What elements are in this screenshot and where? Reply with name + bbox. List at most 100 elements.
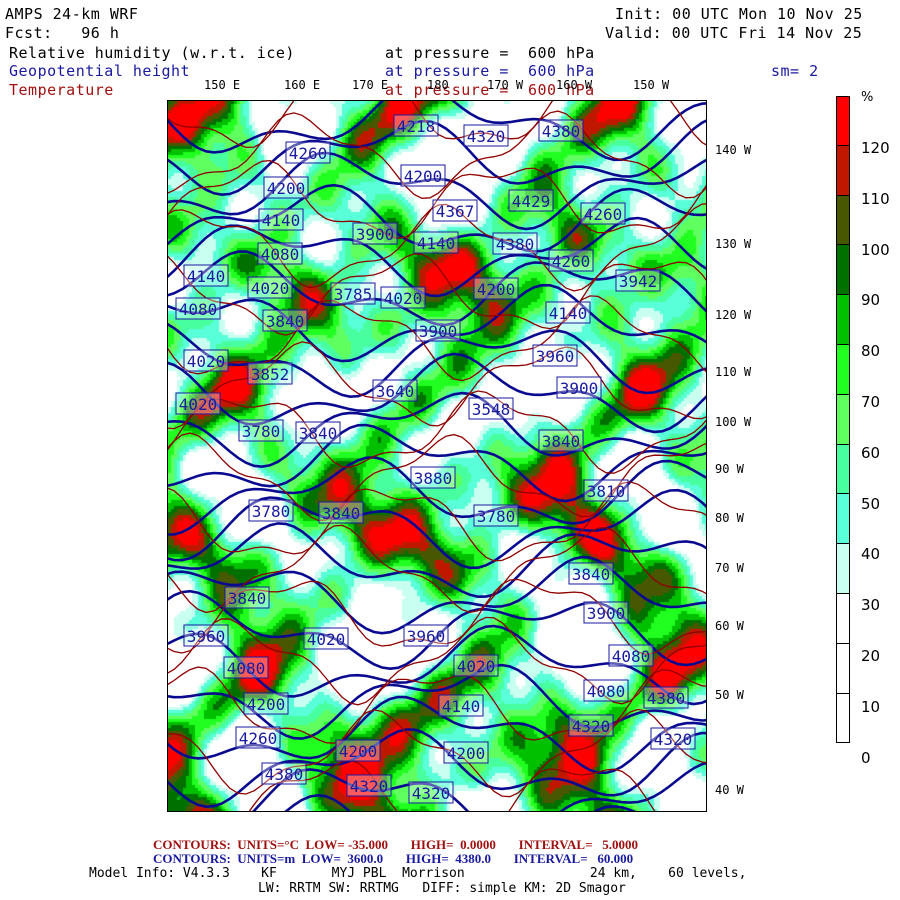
lon-label: 170 E	[352, 78, 389, 92]
colorbar-swatch	[836, 643, 850, 694]
contour-label: 3900	[560, 379, 599, 398]
contour-label: 4218	[397, 117, 436, 136]
colorbar-swatch	[836, 444, 850, 495]
contour-label: 3780	[477, 507, 516, 526]
colorbar-swatch	[836, 394, 850, 445]
colorbar-tick-label: 90	[861, 291, 881, 310]
contour-label: 4080	[227, 659, 266, 678]
field-height-level: at pressure = 600 hPa	[385, 62, 595, 80]
contour-overlay: 4218 4320 4380 4260 4200 4140 4080 4140 4020 4080…	[168, 101, 706, 811]
colorbar-tick-label: 70	[861, 393, 881, 411]
contour-label: 4260	[289, 144, 328, 163]
valid-time: Valid: 00 UTC Fri 14 Nov 25	[605, 24, 863, 42]
contour-label: 3900	[419, 322, 458, 341]
contour-label: 3780	[242, 422, 281, 441]
contour-label: 3960	[536, 347, 575, 366]
model-title: AMPS 24-km WRF	[5, 5, 139, 23]
contour-label: 3852	[251, 365, 290, 384]
colorbar-swatch	[836, 494, 850, 545]
field-rh-level: at pressure = 600 hPa	[385, 44, 595, 62]
contour-label: 4020	[179, 395, 218, 414]
contour-label: 4320	[467, 127, 506, 146]
contour-label: 3840	[572, 565, 611, 584]
contour-label: 4260	[584, 205, 623, 224]
lat-label: 140 W	[715, 143, 752, 157]
colorbar-unit: %	[861, 90, 874, 105]
colorbar-swatch	[836, 344, 850, 395]
lat-label: 60 W	[715, 619, 744, 633]
forecast-hour: Fcst: 96 h	[5, 24, 120, 42]
lon-label: 150 E	[204, 78, 241, 92]
colorbar-tick-label: 0	[861, 748, 871, 767]
contour-label: 4200	[267, 179, 306, 198]
contour-label: 4140	[262, 211, 301, 230]
lat-label: 70 W	[715, 561, 744, 575]
lon-label: 180	[427, 78, 449, 92]
contour-label: 4367	[436, 202, 475, 221]
weather-map-figure: AMPS 24-km WRF Fcst: 96 h Init: 00 UTC M…	[0, 0, 900, 900]
colorbar-tick-label: 40	[861, 545, 881, 564]
contour-label: 4020	[307, 630, 346, 649]
lat-label: 100 W	[715, 415, 752, 429]
contour-label: 3840	[266, 312, 305, 331]
contour-label: 4140	[442, 697, 481, 716]
contour-label: 4429	[512, 192, 551, 211]
contour-label: 4020	[251, 279, 290, 298]
contour-label: 3900	[587, 604, 626, 623]
contour-label: 4020	[187, 352, 226, 371]
contour-label: 4320	[654, 730, 693, 749]
colorbar-swatch	[836, 96, 850, 146]
contour-label: 4260	[239, 729, 278, 748]
colorbar	[836, 96, 850, 744]
contour-label: 4320	[350, 777, 389, 796]
contour-label: 4080	[612, 647, 651, 666]
contour-label: 3880	[414, 469, 453, 488]
geopotential-height-contour	[168, 522, 706, 599]
height-contour-info: CONTOURS: UNITS=m LOW= 3600.0 HIGH= 4380…	[153, 851, 634, 866]
colorbar-tick-label: 110	[861, 189, 890, 208]
lon-label: 150 W	[633, 78, 670, 92]
colorbar-tick-label: 20	[861, 647, 881, 665]
contour-label: 3942	[619, 272, 658, 291]
contour-label: 4200	[404, 167, 443, 186]
lat-label: 110 W	[715, 365, 752, 379]
contour-label: 4260	[552, 252, 591, 271]
contour-label: 3960	[187, 627, 226, 646]
colorbar-swatch	[836, 245, 850, 296]
contour-label: 4020	[457, 657, 496, 676]
colorbar-tick-label: 30	[861, 596, 881, 615]
contour-label: 4020	[384, 289, 423, 308]
colorbar-tick-label: 100	[861, 240, 890, 259]
contour-label: 3548	[472, 400, 511, 419]
colorbar-tick-label: 10	[861, 697, 881, 716]
lat-label: 80 W	[715, 511, 744, 525]
contour-label: 4080	[587, 682, 626, 701]
colorbar-swatch	[836, 693, 850, 744]
physics-info: LW: RRTM SW: RRTMG DIFF: simple KM: 2D S…	[258, 881, 626, 896]
lat-label: 120 W	[715, 308, 752, 322]
contour-label: 3640	[376, 382, 415, 401]
contour-label: 3840	[299, 424, 338, 443]
colorbar-swatch	[836, 195, 850, 246]
colorbar-swatch	[836, 544, 850, 594]
colorbar-tick-label: 120	[861, 139, 890, 157]
colorbar-swatch	[836, 593, 850, 644]
lat-label: 50 W	[715, 688, 744, 702]
colorbar-tick-label: 80	[861, 342, 881, 361]
contour-label: 4380	[496, 235, 535, 254]
contour-label: 4320	[412, 784, 451, 803]
contour-label: 4080	[179, 300, 218, 319]
smoothing-label: sm= 2	[771, 62, 819, 80]
lon-label: 160 E	[284, 78, 321, 92]
lat-label: 90 W	[715, 462, 744, 476]
contour-label: 3840	[542, 432, 581, 451]
field-temp-name: Temperature	[9, 81, 114, 99]
contour-label: 4140	[417, 234, 456, 253]
colorbar-tick-label: 50	[861, 494, 881, 513]
contour-label: 4380	[265, 765, 304, 784]
field-height-name: Geopotential height	[9, 62, 191, 80]
contour-label: 3840	[228, 589, 267, 608]
contour-label: 3840	[322, 504, 361, 523]
contour-label: 4320	[572, 717, 611, 736]
contour-label: 3785	[334, 285, 373, 304]
